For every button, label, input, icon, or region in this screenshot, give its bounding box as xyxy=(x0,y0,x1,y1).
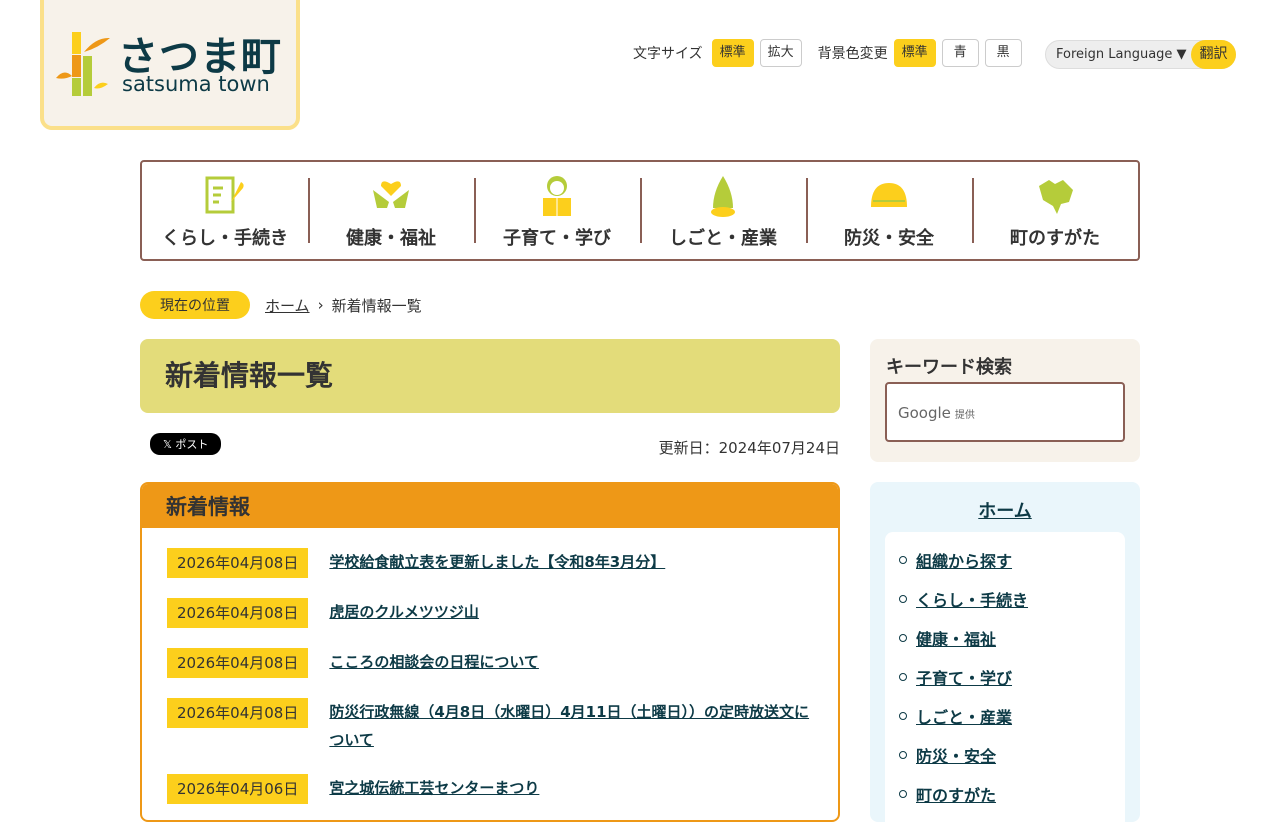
nav-item-safety[interactable]: 防災・安全 xyxy=(806,162,972,259)
bg-black-button[interactable]: 黒 xyxy=(984,39,1022,67)
nav-label: くらし・手続き xyxy=(162,228,288,249)
side-nav-item: くらし・手続き xyxy=(899,587,1125,611)
side-nav-list: 組織から探す くらし・手続き 健康・福祉 子育て・学び しごと・産業 防災・安全… xyxy=(885,532,1125,832)
bg-blue-button[interactable]: 青 xyxy=(941,39,979,67)
bamboo-shoot-icon xyxy=(640,174,806,218)
nav-label: 子育て・学び xyxy=(503,228,611,249)
language-select-label: Foreign Language ▼ xyxy=(1056,47,1187,62)
side-nav-link[interactable]: しごと・産業 xyxy=(916,708,1012,727)
side-nav-link[interactable]: くらし・手続き xyxy=(916,591,1028,610)
news-date: 2026年04月08日 xyxy=(167,598,309,628)
nav-label: 健康・福祉 xyxy=(346,228,436,249)
bg-standard-button[interactable]: 標準 xyxy=(893,39,936,67)
town-map-icon xyxy=(972,174,1138,218)
breadcrumb-home-link[interactable]: ホーム xyxy=(265,295,310,316)
nav-item-living[interactable]: くらし・手続き xyxy=(142,162,308,259)
side-home-link[interactable]: ホーム xyxy=(870,497,1140,523)
site-logo[interactable]: さつま町 satsuma town xyxy=(40,0,300,130)
font-size-label: 文字サイズ xyxy=(633,46,703,62)
news-item: 2026年04月08日 虎居のクルメツツジ山 xyxy=(167,598,838,628)
side-nav-item: 健康・福祉 xyxy=(899,626,1125,650)
news-link[interactable]: 虎居のクルメツツジ山 xyxy=(329,598,809,628)
side-nav-link[interactable]: 町のすがた xyxy=(916,786,996,805)
font-size-control: 文字サイズ 標準 拡大 背景色変更 標準 青 黒 xyxy=(633,39,1022,67)
side-nav-item: 子育て・学び xyxy=(899,665,1125,689)
keyword-search: キーワード検索 Google 提供 xyxy=(870,339,1140,462)
side-nav-item: 防災・安全 xyxy=(899,743,1125,767)
news-date: 2026年04月08日 xyxy=(167,548,309,578)
nav-label: しごと・産業 xyxy=(669,228,777,249)
news-date: 2026年04月08日 xyxy=(167,648,309,678)
side-nav-link[interactable]: 子育て・学び xyxy=(916,669,1012,688)
nav-item-health[interactable]: 健康・福祉 xyxy=(308,162,474,259)
nav-label: 町のすがた xyxy=(1010,228,1100,249)
news-heading: 新着情報 xyxy=(142,484,838,528)
language-select[interactable]: Foreign Language ▼ 翻訳 xyxy=(1045,40,1236,69)
side-nav-item: しごと・産業 xyxy=(899,704,1125,728)
current-location-badge: 現在の位置 xyxy=(140,291,250,319)
search-title: キーワード検索 xyxy=(886,357,1012,378)
news-panel: 新着情報 2026年04月08日 学校給食献立表を更新しました【令和8年3月分】 … xyxy=(140,482,840,822)
side-nav-item: 町のすがた xyxy=(899,782,1125,806)
helmet-icon xyxy=(806,174,972,218)
breadcrumb-current: 新着情報一覧 xyxy=(331,296,422,315)
news-link[interactable]: 学校給食献立表を更新しました【令和8年3月分】 xyxy=(329,548,809,578)
bamboo-logo-icon xyxy=(56,32,110,96)
breadcrumb: 現在の位置 ホーム › 新着情報一覧 xyxy=(140,291,422,319)
nav-item-childcare[interactable]: 子育て・学び xyxy=(474,162,640,259)
global-nav: くらし・手続き 健康・福祉 子育て・学び しごと・産業 防災・安全 町のすがた xyxy=(140,160,1140,261)
nav-item-work[interactable]: しごと・産業 xyxy=(640,162,806,259)
google-label: Google xyxy=(898,404,951,422)
news-item: 2026年04月08日 防災行政無線（4月8日（水曜日）4月11日（土曜日））の定… xyxy=(167,698,838,754)
news-item: 2026年04月08日 学校給食献立表を更新しました【令和8年3月分】 xyxy=(167,548,838,578)
translate-button[interactable]: 翻訳 xyxy=(1191,40,1236,69)
font-standard-button[interactable]: 標準 xyxy=(711,39,754,67)
bg-color-label: 背景色変更 xyxy=(817,46,888,62)
logo-text-en: satsuma town xyxy=(122,72,270,96)
heart-hands-icon xyxy=(308,174,474,218)
nav-item-town[interactable]: 町のすがた xyxy=(972,162,1138,259)
side-nav-link[interactable]: 防災・安全 xyxy=(916,747,996,766)
search-input[interactable]: Google 提供 xyxy=(885,382,1125,442)
side-nav-link[interactable]: 組織から探す xyxy=(916,552,1012,571)
child-reading-icon xyxy=(474,174,640,218)
news-item: 2026年04月08日 こころの相談会の日程について xyxy=(167,648,838,678)
x-post-button[interactable]: 𝕏 ポスト xyxy=(150,433,222,455)
document-pen-icon xyxy=(142,174,308,218)
nav-label: 防災・安全 xyxy=(844,228,934,249)
page-title: 新着情報一覧 xyxy=(140,339,840,413)
provided-label: 提供 xyxy=(954,410,975,421)
font-large-button[interactable]: 拡大 xyxy=(759,39,802,67)
news-date: 2026年04月08日 xyxy=(167,698,309,728)
side-nav-link[interactable]: 健康・福祉 xyxy=(916,630,996,649)
breadcrumb-separator: › xyxy=(317,296,324,314)
updated-date: 更新日：2024年07月24日 xyxy=(658,439,840,457)
side-nav-item: 組織から探す xyxy=(899,548,1125,572)
news-link[interactable]: 防災行政無線（4月8日（水曜日）4月11日（土曜日））の定時放送文について xyxy=(329,698,809,754)
side-nav: ホーム 組織から探す くらし・手続き 健康・福祉 子育て・学び しごと・産業 防… xyxy=(870,482,1140,832)
news-link[interactable]: こころの相談会の日程について xyxy=(329,648,809,678)
